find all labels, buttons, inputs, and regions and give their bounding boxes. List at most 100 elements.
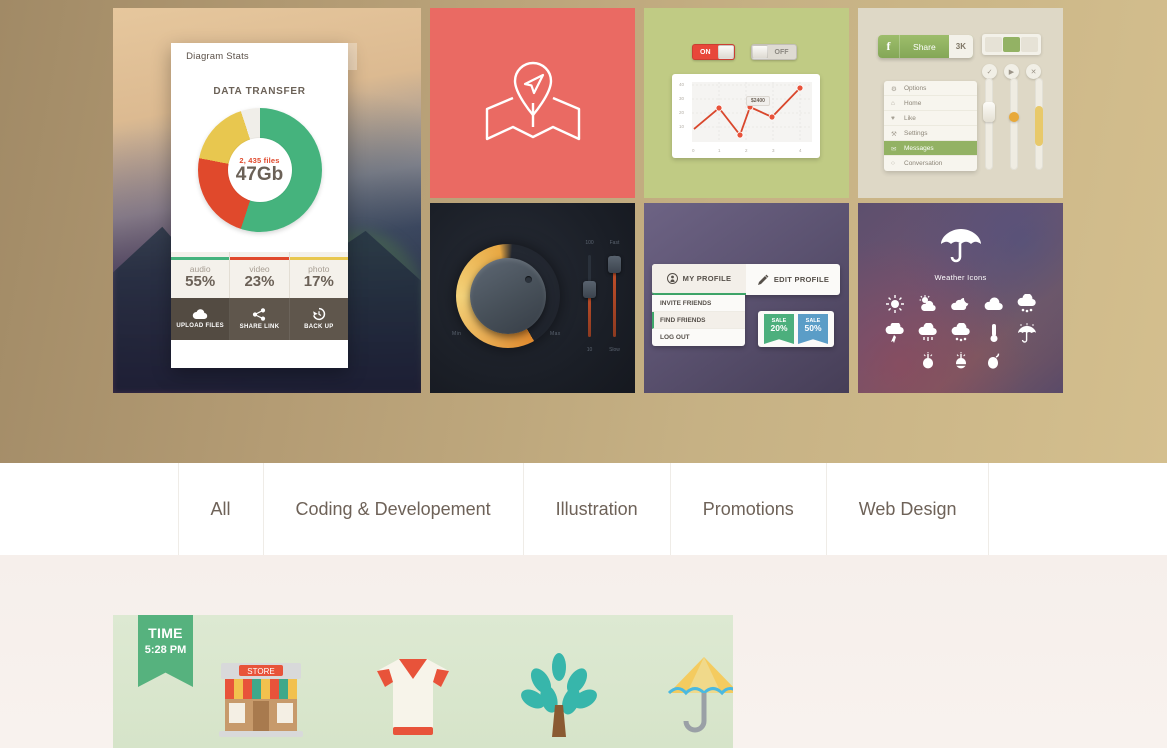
menu-item-home[interactable]: ⌂ Home [884, 96, 977, 111]
knob-inner[interactable] [470, 258, 546, 334]
menu-item-log-out[interactable]: LOG OUT [652, 329, 745, 346]
menu-item-invite-friends[interactable]: INVITE FRIENDS [652, 295, 745, 312]
history-icon [312, 307, 325, 321]
knob-indicator-dot [525, 276, 532, 283]
home-icon: ⌂ [891, 99, 895, 107]
filter-coding-developement[interactable]: Coding & Developement [262, 463, 523, 555]
stat-audio: audio 55% [171, 252, 231, 298]
portfolio-item-chart[interactable]: ON OFF 10 20 30 40 0 1 2 3 4 $2400 [644, 8, 849, 198]
stat-value-audio: 55% [185, 273, 216, 290]
portfolio-item-weather-icons[interactable]: Weather Icons [858, 203, 1063, 393]
menu-item-settings-label: Settings [904, 129, 928, 137]
page-root: Diagram Stats Month Report DATA TRANSFER… [0, 0, 1167, 748]
kit-slider-2-thumb[interactable] [1009, 112, 1019, 122]
knob-slider-2-top-label: Fast [609, 240, 620, 246]
cloud-rain-icon[interactable] [1015, 293, 1039, 315]
pencil-icon [757, 274, 769, 285]
knob-slider-1[interactable]: 100 10 [583, 240, 596, 353]
tab-edit-profile-label: EDIT PROFILE [773, 275, 830, 284]
filter-all[interactable]: All [177, 463, 263, 555]
sale-ribbon-50-value: 50% [804, 323, 822, 333]
knob-slider-2[interactable]: Fast Slow [608, 240, 621, 353]
portfolio-item-ui-kit[interactable]: f Share 3K ✓ ▶ ✕ ⚙ Options ⌂ Home ♥ Like… [858, 8, 1063, 198]
wrench-icon: ⚒ [891, 130, 897, 138]
knob-min-label: Min [452, 331, 462, 337]
upload-files-button[interactable]: UPLOAD FILES [171, 297, 231, 340]
back-up-button[interactable]: BACK UP [290, 298, 348, 340]
cloud-lightning-icon[interactable] [883, 322, 907, 344]
cold-balloon-icon[interactable] [949, 351, 973, 373]
toggle-off-knob [751, 45, 768, 59]
kit-menu: ⚙ Options ⌂ Home ♥ Like ⚒ Settings ✉ Mes… [884, 81, 977, 171]
sale-ribbon-50[interactable]: SALE 50% [798, 314, 828, 344]
cloud-snow-icon[interactable]: ✳ [949, 322, 973, 344]
play-icon[interactable]: ▶ [1004, 64, 1019, 79]
kit-slider-3[interactable] [1035, 78, 1043, 170]
menu-item-options-label: Options [904, 84, 927, 92]
sale-ribbon-20[interactable]: SALE 20% [764, 314, 794, 344]
portfolio-item-knob[interactable]: Min Max 100 10 Fast Slow [430, 203, 635, 393]
toggle-group: ON OFF [692, 44, 797, 60]
grid-large-icon[interactable] [1003, 37, 1020, 52]
menu-item-messages[interactable]: ✉ Messages [884, 141, 977, 156]
portfolio-item-data-transfer[interactable]: Diagram Stats Month Report DATA TRANSFER… [113, 8, 421, 393]
menu-item-find-friends[interactable]: FIND FRIENDS [652, 312, 745, 329]
menu-item-options[interactable]: ⚙ Options [884, 81, 977, 96]
tab-edit-profile[interactable]: EDIT PROFILE [746, 264, 840, 295]
sale-ribbons: SALE 20% SALE 50% [758, 311, 834, 347]
filter-web-design[interactable]: Web Design [825, 463, 990, 555]
illustration-banner[interactable]: TIME 5:28 PM STORE [113, 615, 733, 748]
cloud-icon[interactable] [982, 293, 1006, 315]
portfolio-item-profile[interactable]: MY PROFILE EDIT PROFILE INVITE FRIENDS F… [644, 203, 849, 393]
check-icon[interactable]: ✓ [982, 64, 997, 79]
knob-ring[interactable] [456, 244, 560, 348]
tab-my-profile[interactable]: MY PROFILE [652, 264, 746, 295]
toggle-on[interactable]: ON [692, 44, 735, 60]
sun-icon[interactable] [883, 293, 907, 315]
portfolio-grid: Diagram Stats Month Report DATA TRANSFER… [113, 8, 1063, 403]
list-icon[interactable] [1021, 37, 1038, 52]
tree-icon [521, 653, 597, 737]
chart-tooltip: $2400 [746, 96, 770, 106]
umbrella-rain-icon[interactable] [1015, 322, 1039, 344]
tab-month-report[interactable]: Month Report [273, 43, 357, 70]
share-icon [253, 307, 266, 321]
thermometer-icon[interactable] [982, 322, 1006, 344]
stat-bar-photo [289, 257, 348, 260]
menu-item-like[interactable]: ♥ Like [884, 111, 977, 126]
sun-cloud-icon[interactable] [916, 293, 940, 315]
user-icon [666, 273, 678, 284]
filter-illustration[interactable]: Illustration [522, 463, 670, 555]
profile-tabs: MY PROFILE EDIT PROFILE [652, 264, 840, 295]
tab-diagram-stats[interactable]: Diagram Stats [171, 43, 264, 70]
cloud-upload-icon [192, 309, 208, 320]
cloud-moon-icon[interactable] [949, 293, 973, 315]
stat-value-photo: 17% [303, 273, 334, 290]
kit-slider-1-thumb[interactable] [983, 102, 995, 122]
donut-chart: 2, 435 files 47Gb [197, 108, 322, 232]
menu-item-conversation[interactable]: ○ Conversation [884, 156, 977, 171]
kit-slider-2[interactable] [1009, 78, 1019, 170]
close-icon[interactable]: ✕ [1026, 64, 1041, 79]
grid-small-icon[interactable] [985, 37, 1002, 52]
weather-tile-title: Weather Icons [934, 273, 987, 282]
upload-files-label: UPLOAD FILES [176, 323, 224, 329]
stats-card-actions: UPLOAD FILES SHARE LINK BACK UP [171, 297, 348, 340]
toggle-off[interactable]: OFF [750, 44, 797, 60]
share-link-label: SHARE LINK [239, 323, 280, 330]
chat-icon: ○ [891, 160, 895, 167]
kit-slider-1[interactable] [983, 78, 995, 170]
facebook-share-button[interactable]: f Share 3K [878, 35, 973, 58]
illustration-row: STORE [213, 653, 733, 739]
hot-balloon-icon[interactable] [916, 351, 940, 373]
droplet-icon[interactable] [982, 351, 1006, 373]
portfolio-item-map-pin[interactable] [430, 8, 635, 198]
filter-promotions[interactable]: Promotions [669, 463, 826, 555]
menu-item-settings[interactable]: ⚒ Settings [884, 126, 977, 141]
sale-ribbon-20-value: 20% [770, 323, 788, 333]
cloud-drizzle-icon[interactable] [916, 322, 940, 344]
knob-slider-1-thumb[interactable] [583, 281, 596, 298]
chart-xtick-1: 1 [718, 148, 721, 153]
share-link-button[interactable]: SHARE LINK [230, 297, 290, 340]
knob-slider-2-thumb[interactable] [608, 256, 621, 273]
